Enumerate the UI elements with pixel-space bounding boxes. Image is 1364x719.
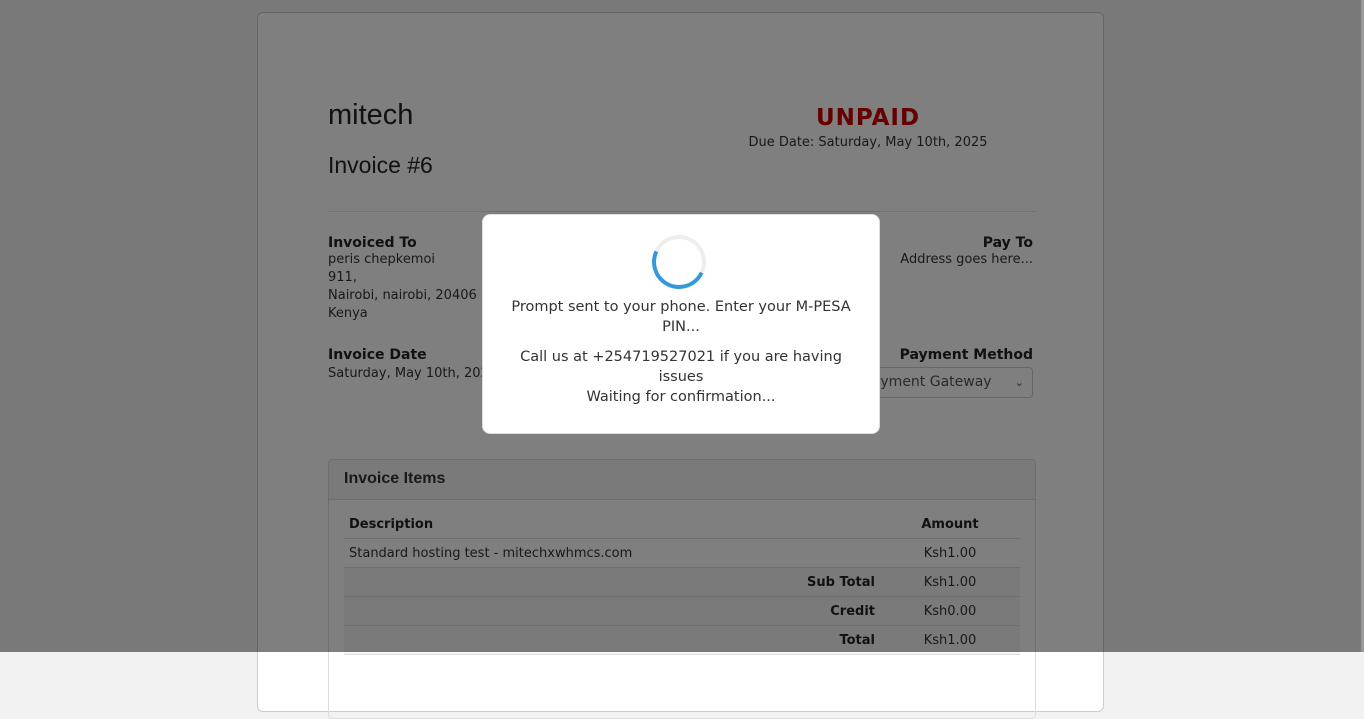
waiting-message: Waiting for confirmation... (586, 389, 776, 405)
help-message: Call us at +254719527021 if you are havi… (520, 349, 842, 385)
mpesa-payment-modal: Prompt sent to your phone. Enter your M-… (482, 214, 880, 434)
loading-spinner-icon (644, 227, 714, 297)
prompt-message: Prompt sent to your phone. Enter your M-… (511, 299, 851, 335)
